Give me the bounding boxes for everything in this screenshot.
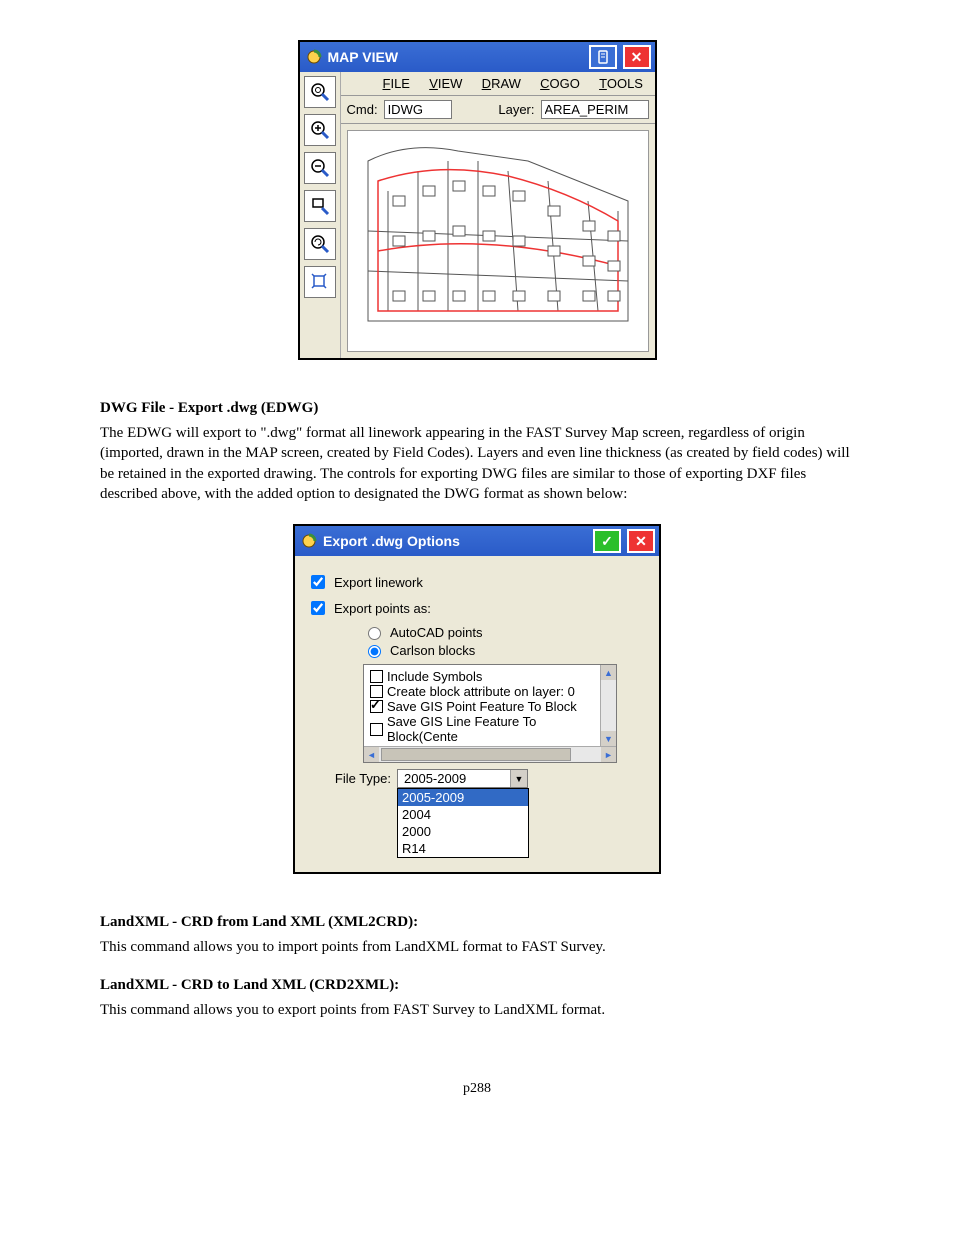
app-icon (301, 533, 317, 549)
page-number: p288 (100, 1081, 854, 1097)
zoom-out-button[interactable] (304, 152, 336, 184)
cmd-label: Cmd: (347, 102, 378, 117)
zoom-previous-button[interactable] (304, 228, 336, 260)
ok-button[interactable]: ✓ (593, 529, 621, 553)
close-button[interactable]: ✕ (623, 45, 651, 69)
horizontal-scrollbar[interactable]: ◄ ► (364, 746, 616, 762)
menu-tools[interactable]: TOOLS (599, 76, 643, 91)
zoom-in-button[interactable] (304, 114, 336, 146)
section-body-crd2xml: This command allows you to export points… (100, 1000, 854, 1020)
dropdown-option[interactable]: 2004 (398, 806, 528, 823)
layer-label: Layer: (498, 102, 534, 117)
export-linework-checkbox[interactable] (311, 575, 325, 589)
autocad-points-radio[interactable] (368, 627, 381, 640)
dialog-titlebar: Export .dwg Options ✓ ✕ (295, 526, 659, 556)
carlson-blocks-label: Carlson blocks (390, 643, 475, 658)
app-icon (306, 49, 322, 65)
settings-button[interactable] (589, 45, 617, 69)
dropdown-option[interactable]: R14 (398, 840, 528, 857)
section-heading-edwg: DWG File - Export .dwg (EDWG) (100, 400, 854, 417)
command-row: Cmd: Layer: (341, 96, 655, 124)
titlebar: MAP VIEW ✕ (300, 42, 655, 72)
dialog-title: Export .dwg Options (323, 533, 587, 549)
list-item-label: Include Symbols (387, 669, 482, 684)
section-body-edwg: The EDWG will export to ".dwg" format al… (100, 423, 854, 504)
file-type-value: 2005-2009 (398, 770, 510, 787)
menu-cogo[interactable]: COGO (540, 76, 580, 91)
map-canvas[interactable] (347, 130, 649, 352)
dropdown-option[interactable]: 2000 (398, 823, 528, 840)
export-linework-label: Export linework (334, 575, 423, 590)
list-item-label: Create block attribute on layer: 0 (387, 684, 575, 699)
cmd-input[interactable] (384, 100, 452, 119)
section-heading-xml2crd: LandXML - CRD from Land XML (XML2CRD): (100, 914, 854, 931)
zoom-window-button[interactable] (304, 190, 336, 222)
menu-draw[interactable]: DRAW (482, 76, 521, 91)
window-title: MAP VIEW (328, 49, 583, 65)
pan-button[interactable] (304, 266, 336, 298)
scroll-down-icon[interactable]: ▼ (601, 731, 616, 746)
export-points-checkbox[interactable] (311, 601, 325, 615)
file-type-dropdown[interactable]: 2005-2009 ▼ (397, 769, 528, 788)
menu-file[interactable]: FILE (383, 76, 410, 91)
zoom-extents-button[interactable] (304, 76, 336, 108)
section-heading-crd2xml: LandXML - CRD to Land XML (CRD2XML): (100, 977, 854, 994)
file-type-dropdown-list[interactable]: 2005-2009 2004 2000 R14 (397, 788, 529, 858)
carlson-blocks-radio[interactable] (368, 645, 381, 658)
section-body-xml2crd: This command allows you to import points… (100, 937, 854, 957)
file-type-label: File Type: (307, 771, 391, 786)
scroll-up-icon[interactable]: ▲ (601, 665, 616, 680)
cancel-button[interactable]: ✕ (627, 529, 655, 553)
menubar: FILE VIEW DRAW COGO TOOLS (341, 72, 655, 96)
export-dwg-dialog: Export .dwg Options ✓ ✕ Export linework … (293, 524, 661, 874)
menu-view[interactable]: VIEW (429, 76, 462, 91)
layer-input[interactable] (541, 100, 649, 119)
map-view-window: MAP VIEW ✕ FILE VIEW DRAW COGO TOOLS (298, 40, 657, 360)
options-listbox[interactable]: Include Symbols Create block attribute o… (363, 664, 617, 763)
dropdown-option[interactable]: 2005-2009 (398, 789, 528, 806)
scroll-right-icon[interactable]: ► (601, 747, 616, 762)
list-item-label: Save GIS Line Feature To Block(Cente (387, 714, 598, 744)
scroll-left-icon[interactable]: ◄ (364, 747, 379, 762)
toolbar (300, 72, 341, 358)
list-item-label: Save GIS Point Feature To Block (387, 699, 577, 714)
vertical-scrollbar[interactable]: ▲ ▼ (600, 665, 616, 746)
chevron-down-icon: ▼ (510, 770, 527, 787)
autocad-points-label: AutoCAD points (390, 625, 483, 640)
export-points-label: Export points as: (334, 601, 431, 616)
